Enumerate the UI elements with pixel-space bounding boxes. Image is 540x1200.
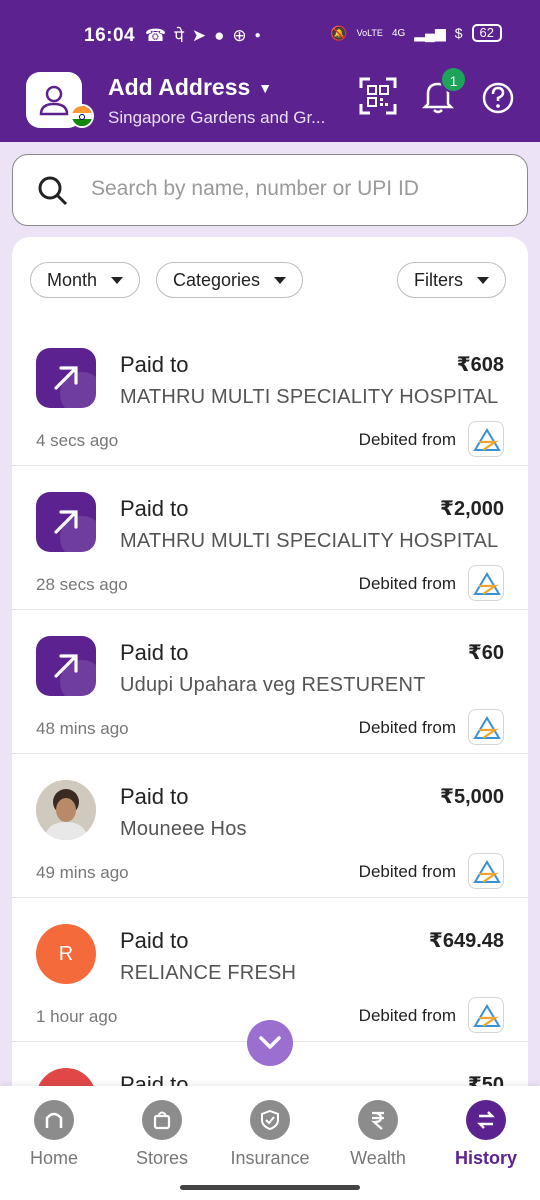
transaction-amount: ₹608	[456, 354, 504, 376]
transaction-label: Paid to	[120, 352, 189, 377]
transaction-row[interactable]: Paid to Mouneee Hos ₹5,000 49 mins ago Debit…	[12, 754, 528, 898]
bank-logo-icon	[468, 421, 504, 457]
telegram-icon: ➤	[191, 25, 207, 45]
bank-logo-icon	[468, 565, 504, 601]
volte-label: VoLTE	[356, 28, 383, 38]
caret-down-icon	[477, 276, 489, 284]
mute-icon: 🔕	[330, 24, 348, 41]
transaction-amount: ₹5,000	[440, 786, 504, 808]
chat-icon: ●	[214, 25, 225, 45]
search-placeholder: Search by name, number or UPI ID	[91, 177, 419, 200]
transaction-label: Paid to	[120, 640, 189, 665]
home-gesture-bar[interactable]	[180, 1185, 360, 1190]
help-button[interactable]	[480, 76, 516, 121]
nav-home[interactable]: Home	[4, 1100, 104, 1169]
transaction-label: Paid to	[120, 784, 189, 809]
bank-logo-icon	[468, 709, 504, 745]
dot-icon: ●	[254, 30, 261, 41]
search-icon	[38, 176, 68, 206]
debited-from-label: Debited from	[358, 862, 456, 881]
caret-down-icon	[111, 276, 124, 284]
transaction-row[interactable]: Paid to MATHRU MULTI SPECIALITY HOSPITAL ₹…	[12, 322, 528, 466]
nav-stores-label: Stores	[135, 1148, 189, 1168]
nav-insurance-label: Insurance	[230, 1148, 310, 1168]
nav-history[interactable]: History	[436, 1100, 536, 1169]
transaction-amount: ₹60	[467, 642, 504, 664]
vpn-icon: $	[454, 25, 463, 41]
caret-down-icon	[274, 276, 287, 284]
battery-indicator: 62	[471, 24, 502, 42]
bag-icon	[142, 1100, 182, 1140]
month-filter-label: Month	[47, 269, 98, 290]
debited-from-label: Debited from	[358, 574, 456, 593]
transaction-row[interactable]: Paid to Udupi Upahara veg RESTURENT ₹60 48 …	[12, 610, 528, 754]
transaction-time: 28 secs ago	[36, 575, 128, 594]
signal-icon: ▂▄▆	[414, 24, 446, 41]
contact-photo	[36, 780, 96, 840]
payee-name: MATHRU MULTI SPECIALITY HOSPITAL	[120, 386, 499, 408]
status-bar: 16:04 ☎ पे ➤ ● ⊕ ● 🔕 VoLTE 4G ▂▄▆ $ 62	[0, 0, 540, 58]
shield-icon	[250, 1100, 290, 1140]
missed-call-icon: ☎	[145, 25, 167, 45]
nav-home-label: Home	[29, 1148, 78, 1168]
add-address-button[interactable]: Add Address ▼	[108, 74, 272, 101]
debited-from-label: Debited from	[358, 1006, 456, 1025]
transaction-label: Paid to	[120, 928, 189, 953]
app-header: Add Address ▼ Singapore Gardens and Gr..…	[0, 58, 540, 142]
filters-chip[interactable]: Filters	[397, 262, 506, 298]
filters-label: Filters	[414, 269, 463, 290]
scroll-down-button[interactable]	[247, 1020, 293, 1066]
caret-down-icon: ▼	[258, 79, 273, 96]
bank-logo-icon	[468, 997, 504, 1033]
categories-filter-label: Categories	[173, 269, 261, 290]
address-subtitle: Singapore Gardens and Gr...	[108, 108, 326, 127]
payee-name: RELIANCE FRESH	[120, 962, 297, 984]
network-gen-label: 4G	[391, 27, 406, 39]
categories-filter-chip[interactable]: Categories	[156, 262, 304, 298]
notification-badge: 1	[440, 66, 467, 93]
nav-stores[interactable]: Stores	[112, 1100, 212, 1169]
home-icon	[34, 1100, 74, 1140]
nav-insurance[interactable]: Insurance	[220, 1100, 320, 1169]
nav-wealth-label: Wealth	[350, 1148, 406, 1168]
merchant-avatar: R	[36, 924, 96, 984]
debited-from-label: Debited from	[358, 718, 456, 737]
swap-icon	[466, 1100, 506, 1140]
transaction-amount: ₹2,000	[440, 498, 504, 520]
transaction-amount: ₹649.48	[428, 930, 504, 952]
payment-sent-icon	[36, 636, 96, 696]
payee-name: MATHRU MULTI SPECIALITY HOSPITAL	[120, 530, 499, 552]
payee-name: Mouneee Hos	[120, 818, 247, 840]
transaction-time: 48 mins ago	[36, 719, 129, 738]
address-title: Add Address	[108, 74, 251, 100]
status-time: 16:04	[84, 25, 136, 46]
payment-sent-icon	[36, 492, 96, 552]
pe-icon: पे	[174, 27, 184, 46]
rupee-icon	[358, 1100, 398, 1140]
qr-icon	[359, 77, 397, 115]
payment-sent-icon	[36, 348, 96, 408]
bank-logo-icon	[468, 853, 504, 889]
transaction-time: 4 secs ago	[36, 431, 119, 450]
month-filter-chip[interactable]: Month	[30, 262, 141, 298]
transaction-row[interactable]: Paid to MATHRU MULTI SPECIALITY HOSPITAL ₹…	[12, 466, 528, 610]
status-right-icons: 🔕 VoLTE 4G ▂▄▆ $ 62	[330, 24, 502, 42]
transaction-time: 1 hour ago	[36, 1007, 118, 1026]
search-input[interactable]: Search by name, number or UPI ID	[12, 154, 528, 226]
transaction-label: Paid to	[120, 496, 189, 521]
nav-wealth[interactable]: Wealth	[328, 1100, 428, 1169]
qr-scanner-button[interactable]	[358, 76, 398, 121]
india-flag-icon	[70, 104, 94, 128]
debited-from-label: Debited from	[358, 430, 456, 449]
chevron-down-icon	[259, 1036, 281, 1049]
help-icon	[482, 82, 514, 114]
transaction-history-panel: Month Categories Filters Paid to MATHRU M…	[12, 237, 528, 1137]
status-left-icons: ☎ पे ➤ ● ⊕ ●	[145, 24, 261, 47]
app-icon: ⊕	[232, 25, 247, 45]
nav-history-label: History	[454, 1148, 517, 1168]
transaction-time: 49 mins ago	[36, 863, 129, 882]
payee-name: Udupi Upahara veg RESTURENT	[120, 674, 426, 696]
bottom-navigation: Home Stores Insurance Wealth History	[0, 1086, 540, 1200]
